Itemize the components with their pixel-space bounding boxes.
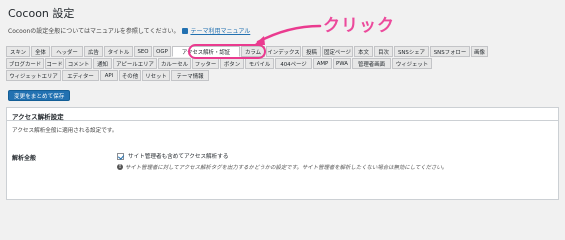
tab-sns-share[interactable]: SNSシェア [394,46,429,57]
include-admin-checkbox[interactable] [117,152,124,160]
tab-editor[interactable]: エディター [62,70,99,81]
tab-blogcard[interactable]: ブログカード [6,58,44,69]
tab-image[interactable]: 画像 [471,46,488,57]
page-description: Cocoonの設定全般についてはマニュアルを参照してください。 テーマ利用マニュ… [8,26,250,35]
tab-ads[interactable]: 広告 [84,46,103,57]
hint-text: サイト管理者に対してアクセス解析タグを出力するかどうかの設定です。サイト管理者を… [125,165,448,171]
settings-tabs: スキン 全体 ヘッダー 広告 タイトル SEO OGP アクセス解析・認証 カラ… [6,46,561,82]
manual-link[interactable]: テーマ利用マニュアル [190,26,250,35]
tab-widget-area[interactable]: ウィジェットエリア [6,70,61,81]
tab-widget[interactable]: ウィジェット [392,58,432,69]
tab-button[interactable]: ボタン [220,58,244,69]
tab-ogp[interactable]: OGP [153,46,171,57]
tab-seo[interactable]: SEO [134,46,152,57]
description-text: Cocoonの設定全般についてはマニュアルを参照してください。 [8,28,180,35]
tab-row-2: ブログカード コード コメント 通知 アピールエリア カルーセル フッター ボタ… [6,58,561,69]
tab-sns-follow[interactable]: SNSフォロー [430,46,470,57]
checkbox-line: サイト管理者も含めてアクセス解析する [117,152,447,160]
tab-pwa[interactable]: PWA [333,58,351,69]
save-all-button[interactable]: 変更をまとめて保存 [8,90,71,101]
hint-line: ! サイト管理者に対してアクセス解析タグを出力するかどうかの設定です。サイト管理… [117,163,447,171]
page-title: Cocoon 設定 [8,7,75,20]
tab-toc[interactable]: 目次 [374,46,393,57]
panel-description: アクセス解析全般に適用される設定です。 [12,128,118,134]
tab-body[interactable]: 本文 [354,46,373,57]
tab-carousel[interactable]: カルーセル [158,58,191,69]
tab-comment[interactable]: コメント [65,58,92,69]
settings-panel: アクセス解析設定 アクセス解析全般に適用される設定です。 解析全般 サイト管理者… [6,107,559,200]
checkbox-label[interactable]: サイト管理者も含めてアクセス解析する [128,152,228,160]
tab-theme-info[interactable]: テーマ情報 [171,70,209,81]
panel-title: アクセス解析設定 [7,108,558,121]
tab-general[interactable]: 全体 [31,46,50,57]
tab-404-page[interactable]: 404ページ [275,58,312,69]
tab-admin-screen[interactable]: 管理者画面 [352,58,391,69]
tab-notice[interactable]: 通知 [93,58,112,69]
setting-label: 解析全般 [12,155,37,162]
tab-header[interactable]: ヘッダー [51,46,83,57]
tab-footer[interactable]: フッター [192,58,219,69]
setting-controls: サイト管理者も含めてアクセス解析する ! サイト管理者に対してアクセス解析タグを… [117,152,447,171]
document-icon [182,27,189,34]
tab-mobile[interactable]: モバイル [245,58,274,69]
info-icon: ! [117,164,123,170]
tab-other[interactable]: その他 [119,70,141,81]
tab-api[interactable]: API [100,70,118,81]
tab-skin[interactable]: スキン [6,46,30,57]
click-callout: クリック [323,16,395,36]
tab-appeal-area[interactable]: アピールエリア [113,58,157,69]
tab-amp[interactable]: AMP [313,58,332,69]
tab-reset[interactable]: リセット [142,70,170,81]
tab-code[interactable]: コード [45,58,64,69]
callout-arrow-icon [254,24,322,45]
tab-title[interactable]: タイトル [104,46,133,57]
tab-row-3: ウィジェットエリア エディター API その他 リセット テーマ情報 [6,70,561,81]
